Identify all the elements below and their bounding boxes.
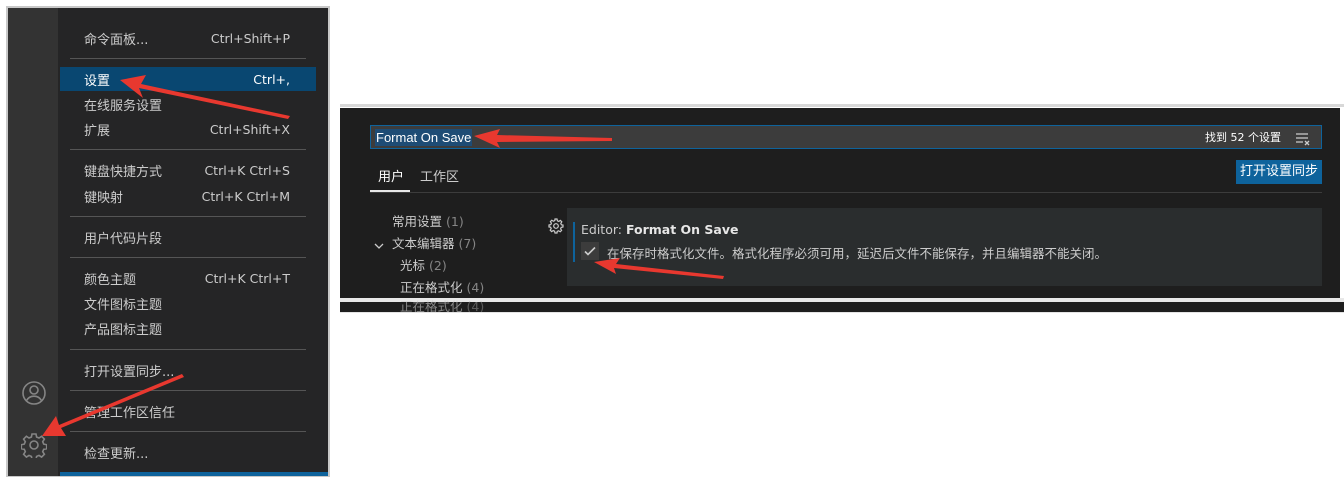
setting-title: Editor: Format On Save xyxy=(581,222,738,237)
tab-user[interactable]: 用户 xyxy=(378,166,404,185)
menu-item-label: 用户代码片段 xyxy=(84,231,163,247)
menu-item-command-palette[interactable]: 命令面板... Ctrl+Shift+P xyxy=(60,26,316,50)
menu-item-shortcut: Ctrl+Shift+P xyxy=(210,30,290,46)
activity-bar xyxy=(8,8,58,476)
menu-item-label: 打开设置同步... xyxy=(84,364,175,380)
toc-item-commonly-used[interactable]: 常用设置 (1) xyxy=(392,211,464,230)
menu-separator xyxy=(70,58,306,59)
menu-item-manage-workspace-trust[interactable]: 管理工作区信任 xyxy=(60,399,316,423)
menu-item-label: 键盘快捷方式 xyxy=(84,164,163,180)
turn-on-settings-sync-button[interactable]: 打开设置同步 xyxy=(1236,160,1322,184)
menu-item-online-services-settings[interactable]: 在线服务设置 xyxy=(60,92,316,116)
menu-item-shortcut: Ctrl+K Ctrl+T xyxy=(204,270,290,286)
settings-search-box[interactable]: Format On Save 找到 52 个设置 xyxy=(370,125,1322,149)
status-bar-strip xyxy=(60,472,328,476)
menu-item-label: 命令面板... xyxy=(84,32,149,48)
toc-count: (4) xyxy=(466,280,485,295)
manage-context-menu: 命令面板... Ctrl+Shift+P 设置 Ctrl+, 在线服务设置 扩展… xyxy=(60,8,318,476)
menu-separator xyxy=(70,149,306,150)
divider xyxy=(340,104,1344,107)
menu-separator xyxy=(70,349,306,350)
toc-item-cursor[interactable]: 光标 (2) xyxy=(400,255,447,274)
menu-item-label: 文件图标主题 xyxy=(84,297,163,313)
menu-separator xyxy=(70,257,306,258)
menu-item-shortcut: Ctrl+, xyxy=(253,71,290,87)
menu-item-color-theme[interactable]: 颜色主题 Ctrl+K Ctrl+T xyxy=(60,266,316,290)
menu-item-extensions[interactable]: 扩展 Ctrl+Shift+X xyxy=(60,117,316,141)
setting-category: Editor: xyxy=(581,222,626,237)
menu-item-check-for-updates[interactable]: 检查更新... xyxy=(60,440,316,464)
menu-item-label: 键映射 xyxy=(84,190,124,206)
setting-description: 在保存时格式化文件。格式化程序必须可用，延迟后文件不能保存，并且编辑器不能关闭。 xyxy=(607,246,1108,261)
search-results-count: 找到 52 个设置 xyxy=(1205,131,1281,144)
toc-item-formatting[interactable]: 正在格式化 (4) xyxy=(400,277,484,296)
vscode-manage-menu-screenshot: 命令面板... Ctrl+Shift+P 设置 Ctrl+, 在线服务设置 扩展… xyxy=(8,8,328,476)
menu-item-label: 扩展 xyxy=(84,123,111,139)
menu-item-label: 设置 xyxy=(84,73,111,89)
menu-separator xyxy=(70,431,306,432)
toc-item-text-editor[interactable]: 文本编辑器 (7) xyxy=(392,233,476,252)
tab-workspace[interactable]: 工作区 xyxy=(420,166,459,185)
vscode-settings-screenshot: Format On Save 找到 52 个设置 用户 工作区 打开设置同步 常… xyxy=(340,0,1344,477)
setting-name: Format On Save xyxy=(625,222,739,237)
menu-item-keymaps[interactable]: 键映射 Ctrl+K Ctrl+M xyxy=(60,184,316,208)
toc-count: (7) xyxy=(458,236,477,251)
menu-item-shortcut: Ctrl+K Ctrl+S xyxy=(204,162,290,178)
settings-editor-strip: 正在格式化 (4) xyxy=(340,299,1344,314)
account-icon[interactable] xyxy=(21,380,47,406)
menu-item-keyboard-shortcuts[interactable]: 键盘快捷方式 Ctrl+K Ctrl+S xyxy=(60,158,316,182)
menu-item-product-icon-theme[interactable]: 产品图标主题 xyxy=(60,316,316,340)
setting-gear-icon[interactable] xyxy=(548,218,564,234)
toc-label: 文本编辑器 xyxy=(392,236,455,251)
menu-item-file-icon-theme[interactable]: 文件图标主题 xyxy=(60,291,316,315)
menu-item-turn-on-settings-sync[interactable]: 打开设置同步... xyxy=(60,358,316,382)
clear-filter-icon[interactable] xyxy=(1295,131,1311,146)
gear-icon[interactable] xyxy=(21,432,47,458)
settings-editor: Format On Save 找到 52 个设置 用户 工作区 打开设置同步 常… xyxy=(340,108,1340,298)
menu-item-label: 在线服务设置 xyxy=(84,98,163,114)
focus-indicator xyxy=(573,222,575,262)
toc-count: (1) xyxy=(446,214,464,229)
toc-label: 常用设置 xyxy=(392,214,443,229)
menu-item-label: 颜色主题 xyxy=(84,272,137,288)
toc-label: 光标 xyxy=(400,258,426,273)
menu-separator xyxy=(70,216,306,217)
menu-item-shortcut: Ctrl+K Ctrl+M xyxy=(201,188,290,204)
menu-item-label: 检查更新... xyxy=(84,446,149,462)
search-input[interactable]: Format On Save xyxy=(375,129,473,146)
setting-item-format-on-save: Editor: Format On Save 在保存时格式化文件。格式化程序必须… xyxy=(567,208,1322,286)
tabs-divider xyxy=(370,192,1322,193)
menu-item-label: 产品图标主题 xyxy=(84,322,163,338)
toc-label: 正在格式化 xyxy=(400,280,463,295)
chevron-down-icon[interactable] xyxy=(374,236,384,249)
menu-item-user-snippets[interactable]: 用户代码片段 xyxy=(60,225,316,249)
menu-item-shortcut: Ctrl+Shift+X xyxy=(209,121,290,137)
format-on-save-checkbox[interactable] xyxy=(581,242,599,260)
menu-item-settings[interactable]: 设置 Ctrl+, xyxy=(60,67,316,91)
menu-separator xyxy=(70,390,306,391)
toc-count: (2) xyxy=(429,258,447,273)
blank-area xyxy=(340,312,1344,477)
menu-item-label: 管理工作区信任 xyxy=(84,405,176,421)
